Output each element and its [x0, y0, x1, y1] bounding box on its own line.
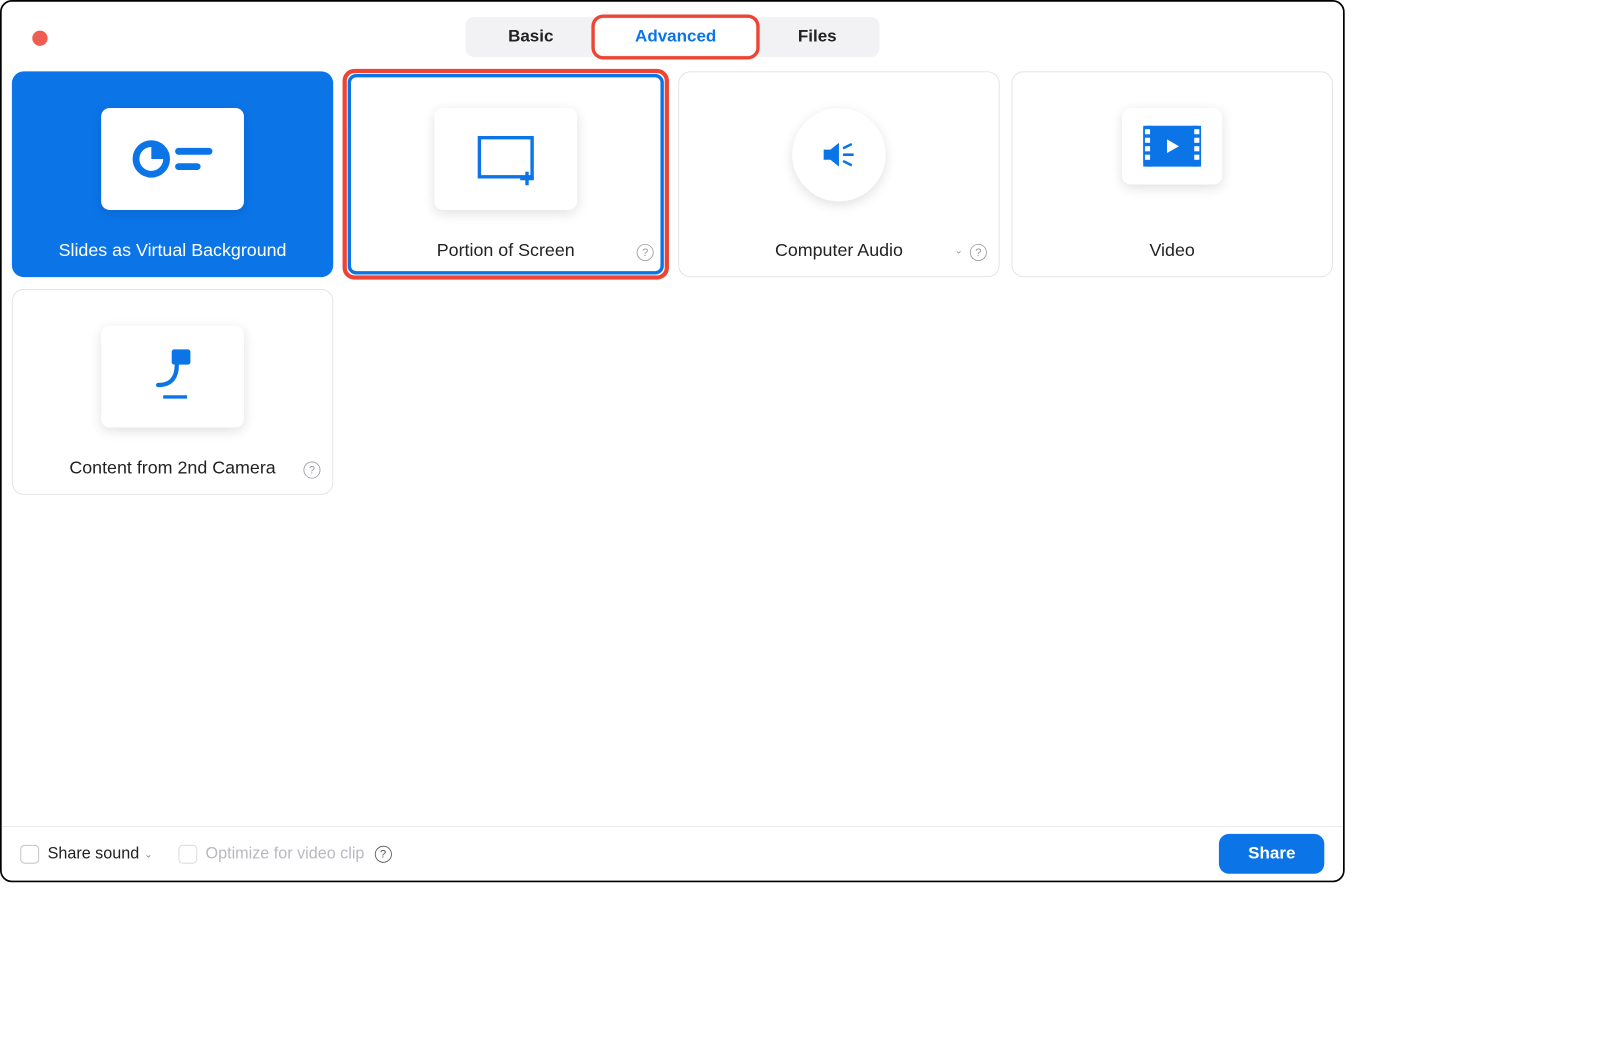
optimize-checkbox[interactable] — [178, 844, 197, 863]
portion-screen-icon — [434, 108, 577, 210]
tile-content-2nd-camera[interactable]: Content from 2nd Camera ? — [12, 289, 333, 495]
share-window: Basic Advanced Files Slides as Virtual B… — [0, 0, 1345, 882]
tile-slides-virtual-background[interactable]: Slides as Virtual Background — [12, 71, 333, 277]
help-icon[interactable]: ? — [637, 244, 654, 261]
tab-bar: Basic Advanced Files — [466, 17, 880, 57]
tile-portion-of-screen[interactable]: Portion of Screen ? — [345, 71, 666, 277]
close-window-button[interactable] — [32, 31, 47, 46]
chevron-down-icon[interactable]: ⌄ — [144, 848, 153, 860]
footer-bar: Share sound ⌄ Optimize for video clip ? … — [2, 826, 1343, 880]
slides-icon — [101, 108, 244, 210]
speaker-icon — [792, 108, 886, 202]
tile-label: Content from 2nd Camera — [69, 458, 275, 478]
tab-files[interactable]: Files — [757, 19, 877, 56]
help-icon[interactable]: ? — [970, 244, 987, 261]
chevron-down-icon[interactable]: ⌄ — [954, 244, 963, 256]
share-sound-label: Share sound — [48, 844, 140, 863]
help-icon[interactable]: ? — [303, 462, 320, 479]
help-icon[interactable]: ? — [375, 845, 392, 862]
tile-label: Slides as Virtual Background — [59, 241, 287, 261]
webcam-icon — [101, 326, 244, 428]
tile-label: Portion of Screen — [437, 241, 575, 261]
video-icon — [1122, 108, 1222, 185]
tile-computer-audio[interactable]: Computer Audio ⌄ ? — [678, 71, 999, 277]
tile-label: Computer Audio — [775, 241, 903, 261]
share-options-grid: Slides as Virtual Background Portion of … — [12, 71, 1333, 494]
tab-basic[interactable]: Basic — [467, 19, 594, 56]
share-button[interactable]: Share — [1219, 834, 1324, 874]
tile-video[interactable]: Video — [1012, 71, 1333, 277]
share-sound-checkbox[interactable] — [20, 844, 39, 863]
optimize-label: Optimize for video clip — [206, 844, 365, 863]
tab-advanced[interactable]: Advanced — [594, 19, 757, 56]
tab-advanced-label: Advanced — [635, 27, 716, 46]
tile-label: Video — [1149, 241, 1194, 261]
